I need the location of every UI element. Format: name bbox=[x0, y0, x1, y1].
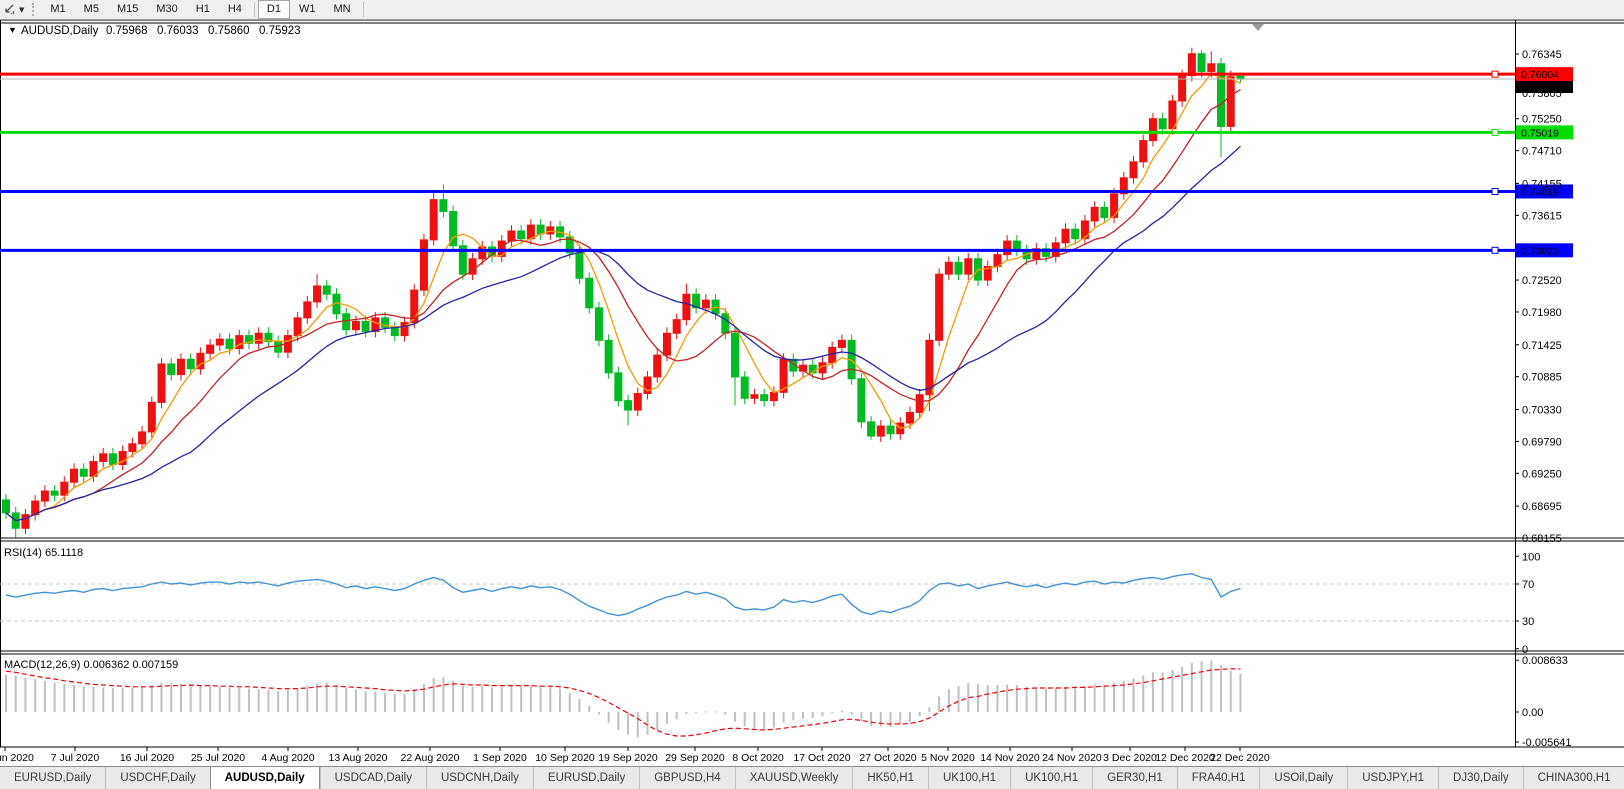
trading-terminal-window: ▼ M1 M5 M15 M30 H1 H4 D1 W1 MN 0.76004 0.75019 0.7… bbox=[0, 0, 1624, 789]
chart-tab-audusd-daily[interactable]: AUDUSD,Daily bbox=[209, 767, 320, 789]
chart-tab-uk100-h1[interactable]: UK100,H1 bbox=[1010, 767, 1092, 789]
svg-text:17 Oct 2020: 17 Oct 2020 bbox=[793, 752, 850, 764]
svg-text:5 Nov 2020: 5 Nov 2020 bbox=[921, 752, 975, 764]
svg-text:0.73023: 0.73023 bbox=[1521, 245, 1559, 257]
rsi-indicator-label: RSI(14) 65.1118 bbox=[4, 547, 83, 559]
level-drag-handle[interactable] bbox=[1491, 70, 1499, 78]
timeframe-toolbar: ▼ M1 M5 M15 M30 H1 H4 D1 W1 MN bbox=[0, 0, 1624, 20]
svg-text:70: 70 bbox=[1522, 579, 1534, 591]
chart-legend: AUDUSD,Daily 0.75968 0.76033 0.75860 0.7… bbox=[21, 25, 301, 37]
pointer-tool-icon[interactable] bbox=[2, 2, 17, 17]
svg-text:0.68155: 0.68155 bbox=[1522, 533, 1562, 545]
svg-text:0.70330: 0.70330 bbox=[1522, 404, 1562, 416]
legend-symbol: AUDUSD,Daily bbox=[21, 25, 99, 37]
price-level-badge: 0.76004 bbox=[1516, 67, 1573, 82]
legend-high: 0.76033 bbox=[157, 25, 199, 37]
chart-tab-hk50-h1[interactable]: HK50,H1 bbox=[852, 767, 928, 789]
svg-text:0.76004: 0.76004 bbox=[1521, 69, 1559, 81]
chart-tab-usoil-daily[interactable]: USOil,Daily bbox=[1259, 767, 1347, 789]
svg-text:16 Jul 2020: 16 Jul 2020 bbox=[120, 752, 174, 764]
chart-tab-xauusd-weekly[interactable]: XAUUSD,Weekly bbox=[734, 767, 853, 789]
svg-text:0.70885: 0.70885 bbox=[1522, 372, 1562, 384]
chart-tool-group[interactable]: ▼ bbox=[0, 2, 28, 17]
timeframe-button-w1[interactable]: W1 bbox=[290, 0, 325, 19]
svg-text:27 Jun 2020: 27 Jun 2020 bbox=[0, 752, 34, 764]
svg-text:0.73615: 0.73615 bbox=[1522, 210, 1562, 222]
svg-text:3 Dec 2020: 3 Dec 2020 bbox=[1103, 752, 1157, 764]
svg-text:0.71980: 0.71980 bbox=[1522, 307, 1562, 319]
level-drag-handle[interactable] bbox=[1491, 187, 1499, 195]
chart-tabs: EURUSD,Daily USDCHF,Daily AUDUSD,Daily USDC… bbox=[0, 767, 1624, 789]
chart-tab-ger30-h1[interactable]: GER30,H1 bbox=[1092, 767, 1177, 789]
macd-indicator-label: MACD(12,26,9) 0.006362 0.007159 bbox=[4, 659, 178, 671]
svg-text:4 Aug 2020: 4 Aug 2020 bbox=[261, 752, 314, 764]
legend-close: 0.75923 bbox=[259, 25, 301, 37]
svg-text:0.69250: 0.69250 bbox=[1522, 468, 1562, 480]
svg-text:100: 100 bbox=[1522, 551, 1540, 563]
svg-text:19 Sep 2020: 19 Sep 2020 bbox=[598, 752, 658, 764]
svg-text:0.75805: 0.75805 bbox=[1522, 88, 1562, 100]
svg-text:0.75250: 0.75250 bbox=[1522, 114, 1562, 126]
price-level-badge: 0.73023 bbox=[1516, 243, 1573, 258]
chart-canvas[interactable]: 0.760040.750190.740190.730230.759230.763… bbox=[0, 0, 1624, 767]
legend-open: 0.75968 bbox=[106, 25, 148, 37]
svg-text:0.75019: 0.75019 bbox=[1521, 127, 1559, 139]
chart-tab-uk100-h1[interactable]: UK100,H1 bbox=[928, 767, 1010, 789]
chart-tab-eurusd-daily[interactable]: EURUSD,Daily bbox=[0, 767, 105, 789]
svg-text:0.71425: 0.71425 bbox=[1522, 340, 1562, 352]
svg-text:24 Nov 2020: 24 Nov 2020 bbox=[1042, 752, 1102, 764]
legend-low: 0.75860 bbox=[208, 25, 250, 37]
timeframe-button-m30[interactable]: M30 bbox=[147, 0, 186, 19]
chart-tab-fra40-h1[interactable]: FRA40,H1 bbox=[1176, 767, 1260, 789]
timeframe-button-h1[interactable]: H1 bbox=[187, 0, 219, 19]
svg-text:0.69790: 0.69790 bbox=[1522, 436, 1562, 448]
dropdown-caret-icon[interactable]: ▼ bbox=[19, 6, 24, 14]
svg-text:-0.005641: -0.005641 bbox=[1522, 737, 1572, 749]
svg-text:22 Dec 2020: 22 Dec 2020 bbox=[1210, 752, 1270, 764]
svg-text:27 Oct 2020: 27 Oct 2020 bbox=[859, 752, 916, 764]
svg-text:29 Sep 2020: 29 Sep 2020 bbox=[665, 752, 725, 764]
svg-text:14 Nov 2020: 14 Nov 2020 bbox=[980, 752, 1040, 764]
svg-text:25 Jul 2020: 25 Jul 2020 bbox=[191, 752, 245, 764]
timeframe-button-m15[interactable]: M15 bbox=[108, 0, 147, 19]
chart-tab-usdjpy-h1[interactable]: USDJPY,H1 bbox=[1347, 767, 1438, 789]
svg-text:0.72520: 0.72520 bbox=[1522, 275, 1562, 287]
chart-tab-usdcad-daily[interactable]: USDCAD,Daily bbox=[319, 767, 426, 789]
chart-tab-gbpusd-h4[interactable]: GBPUSD,H4 bbox=[639, 767, 734, 789]
svg-text:0.76345: 0.76345 bbox=[1522, 49, 1562, 61]
chart-tab-dj30-daily[interactable]: DJ30,Daily bbox=[1438, 767, 1523, 789]
level-drag-handle[interactable] bbox=[1491, 128, 1499, 136]
svg-text:7 Jul 2020: 7 Jul 2020 bbox=[51, 752, 100, 764]
svg-text:0.74155: 0.74155 bbox=[1522, 178, 1562, 190]
chart-tab-bar: EURUSD,Daily USDCHF,Daily AUDUSD,Daily USDC… bbox=[0, 766, 1624, 789]
timeframe-button-mn[interactable]: MN bbox=[324, 0, 359, 19]
toolbar-grip[interactable] bbox=[32, 3, 35, 16]
chart-tab-usdchf-daily[interactable]: USDCHF,Daily bbox=[105, 767, 209, 789]
svg-text:0.008633: 0.008633 bbox=[1522, 655, 1568, 667]
price-level-badge: 0.75019 bbox=[1516, 125, 1573, 140]
svg-text:10 Sep 2020: 10 Sep 2020 bbox=[535, 752, 595, 764]
svg-text:30: 30 bbox=[1522, 616, 1534, 628]
svg-text:8 Oct 2020: 8 Oct 2020 bbox=[732, 752, 784, 764]
level-drag-handle[interactable] bbox=[1491, 246, 1499, 254]
timeframe-button-m1[interactable]: M1 bbox=[41, 0, 74, 19]
svg-text:12 Dec 2020: 12 Dec 2020 bbox=[1155, 752, 1215, 764]
svg-text:13 Aug 2020: 13 Aug 2020 bbox=[329, 752, 388, 764]
svg-text:0.74710: 0.74710 bbox=[1522, 146, 1562, 158]
svg-text:0.00: 0.00 bbox=[1522, 707, 1543, 719]
timeframe-buttons: M1 M5 M15 M30 H1 H4 D1 W1 MN bbox=[41, 0, 366, 19]
timeframe-button-m5[interactable]: M5 bbox=[75, 0, 108, 19]
legend-collapse-icon[interactable]: ▼ bbox=[8, 25, 17, 35]
svg-text:0.68695: 0.68695 bbox=[1522, 501, 1562, 513]
timeframe-button-h4[interactable]: H4 bbox=[219, 0, 251, 19]
chart-tab-eurusd-daily[interactable]: EURUSD,Daily bbox=[532, 767, 639, 789]
svg-text:1 Sep 2020: 1 Sep 2020 bbox=[473, 752, 527, 764]
chart-tab-china300-h1[interactable]: CHINA300,H1 bbox=[1522, 767, 1624, 789]
svg-text:22 Aug 2020: 22 Aug 2020 bbox=[401, 752, 460, 764]
timeframe-button-d1[interactable]: D1 bbox=[257, 0, 290, 19]
svg-text:0: 0 bbox=[1522, 644, 1528, 656]
chart-tab-usdcnh-daily[interactable]: USDCNH,Daily bbox=[425, 767, 533, 789]
